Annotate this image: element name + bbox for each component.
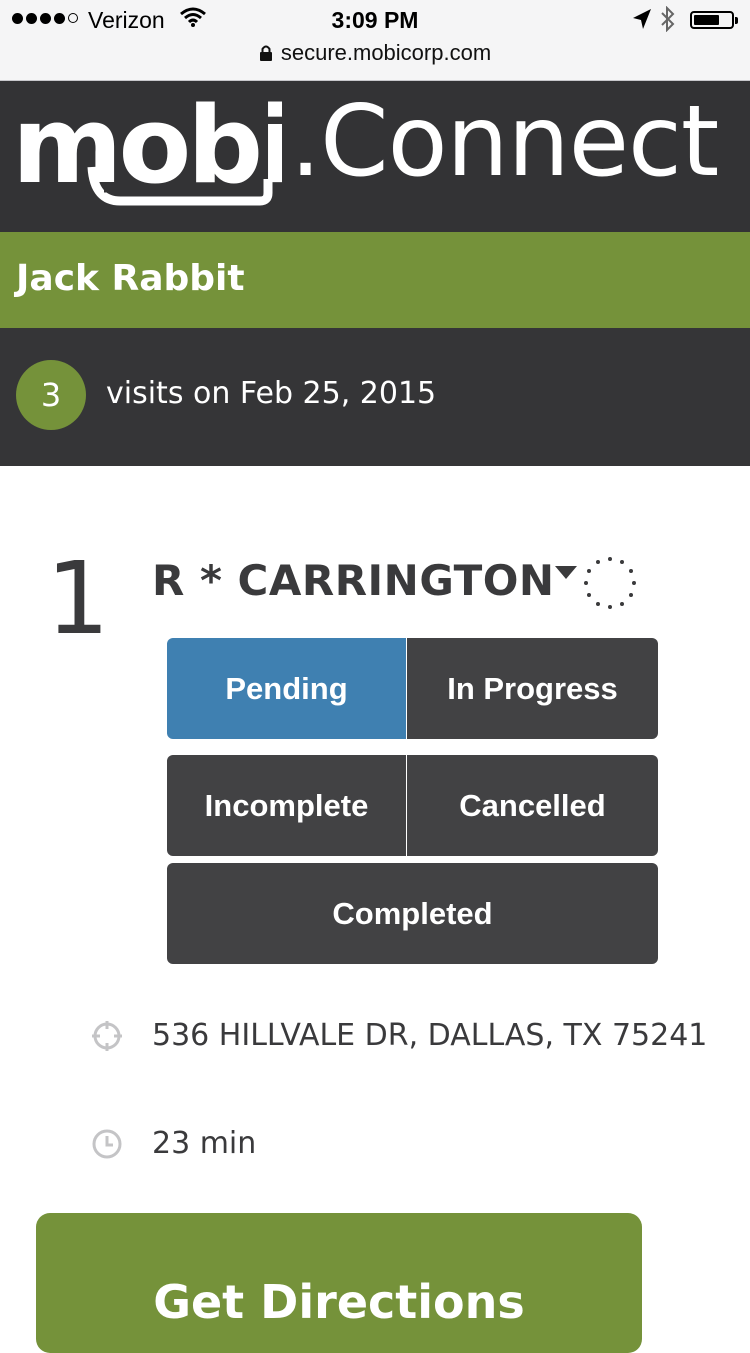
visit-duration: 23 min (152, 1126, 257, 1161)
status-in-progress-button[interactable]: In Progress (407, 638, 658, 739)
get-directions-button[interactable]: Get Directions (36, 1213, 642, 1353)
address-bar[interactable]: secure.mobicorp.com (0, 40, 750, 66)
browser-chrome: Verizon 3:09 PM secure.mobicorp.com (0, 0, 750, 81)
lock-icon (259, 45, 272, 61)
visit-address: 536 HILLVALE DR, DALLAS, TX 75241 (152, 1018, 708, 1053)
loading-spinner-icon (584, 557, 636, 609)
connect-logo-text: .Connect (290, 85, 719, 199)
status-bar: Verizon 3:09 PM (0, 0, 750, 40)
clock-icon (92, 1129, 122, 1158)
chevron-down-icon[interactable] (555, 566, 577, 579)
app-header: mobi .Connect (0, 81, 750, 232)
bluetooth-icon (661, 6, 675, 32)
status-completed-button[interactable]: Completed (167, 863, 658, 964)
visit-count-badge: 3 (16, 360, 86, 430)
user-name: Jack Rabbit (16, 258, 245, 299)
visits-label: visits on Feb 25, 2015 (106, 376, 437, 411)
mobi-logo: mobi (12, 87, 282, 207)
visit-customer-name: R * CARRINGTON (152, 556, 555, 605)
visits-summary: 3 visits on Feb 25, 2015 (0, 328, 750, 466)
visit-number: 1 (46, 540, 110, 657)
user-bar: Jack Rabbit (0, 232, 750, 328)
url-text: secure.mobicorp.com (280, 40, 492, 65)
status-incomplete-button[interactable]: Incomplete (167, 755, 406, 856)
address-row: 536 HILLVALE DR, DALLAS, TX 75241 (90, 1018, 707, 1053)
location-arrow-icon (633, 9, 651, 29)
status-cancelled-button[interactable]: Cancelled (407, 755, 658, 856)
duration-row: 23 min (90, 1126, 256, 1161)
svg-text:mobi: mobi (12, 87, 282, 207)
crosshair-location-icon (92, 1020, 122, 1051)
battery-icon (690, 11, 738, 29)
status-pending-button[interactable]: Pending (167, 638, 406, 739)
